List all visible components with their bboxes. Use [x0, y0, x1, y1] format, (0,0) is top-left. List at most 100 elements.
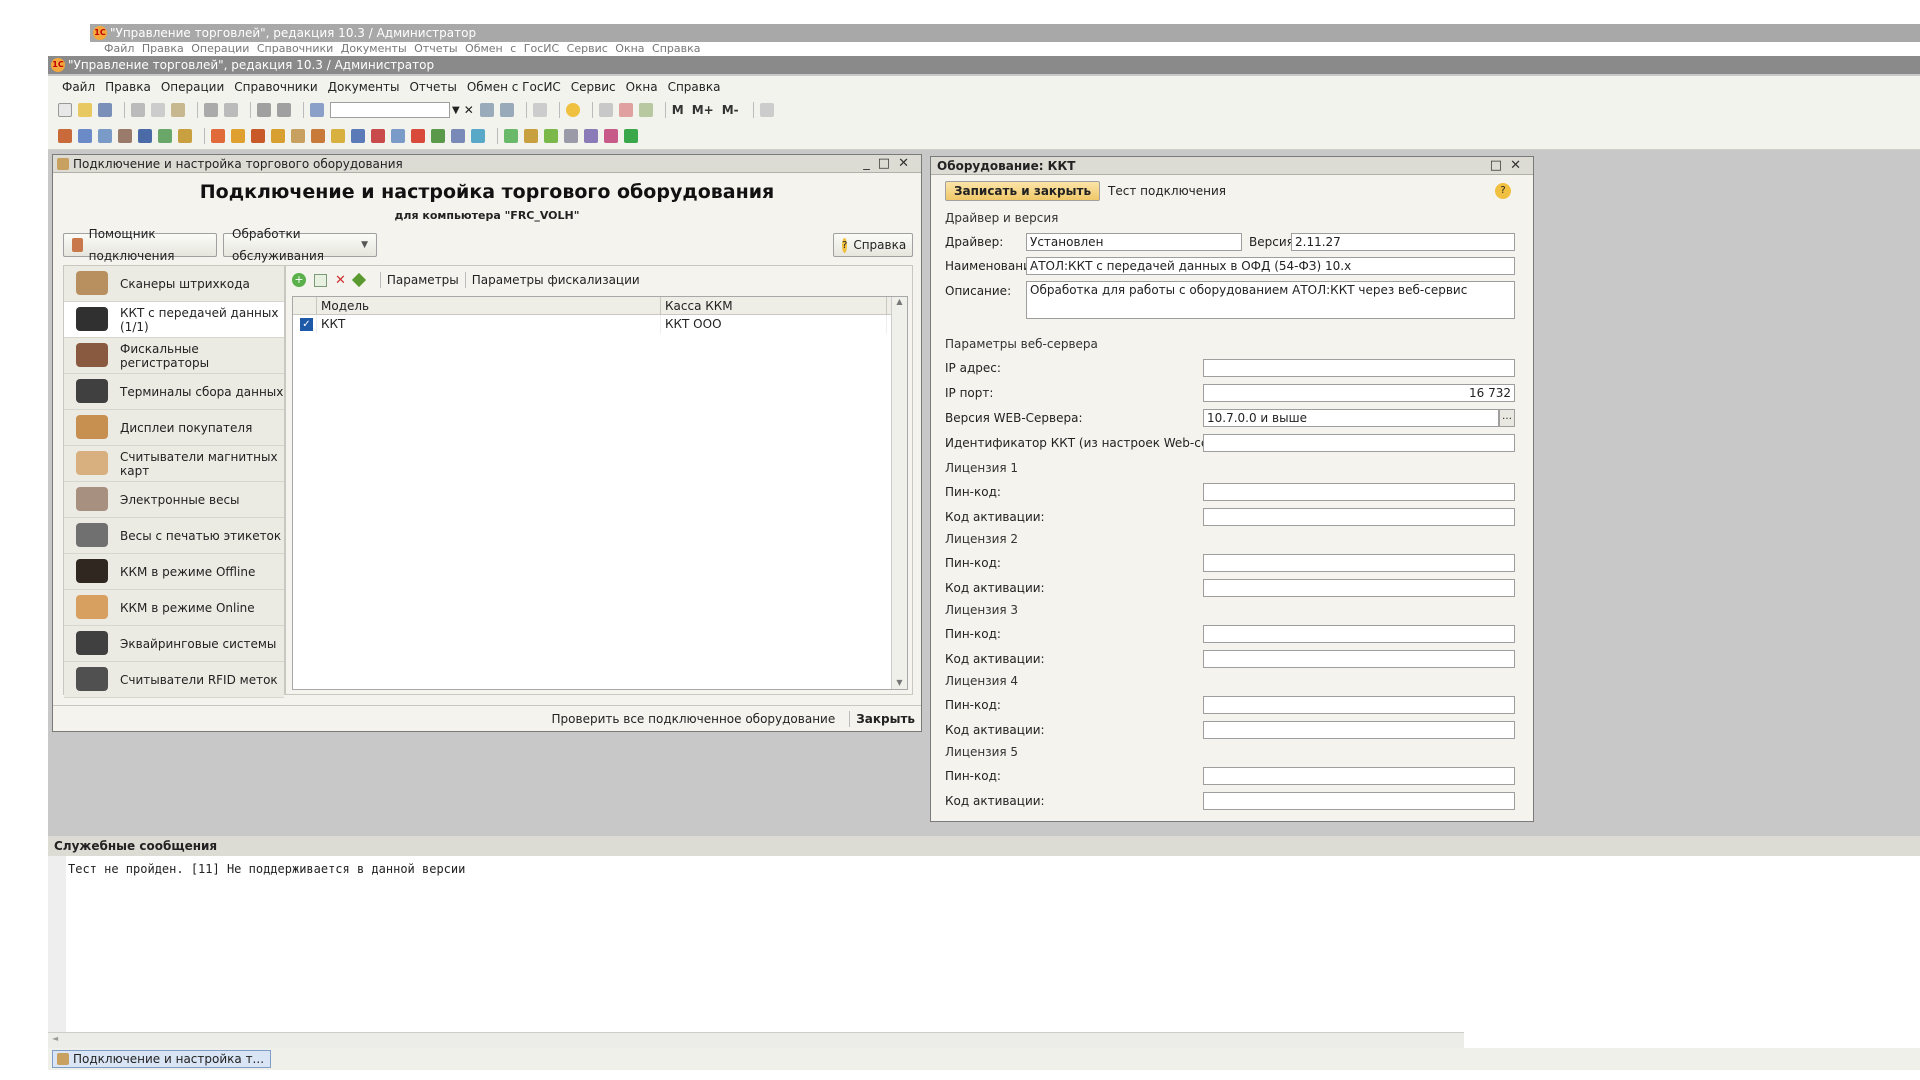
fiscal-parameters-button[interactable]: Параметры фискализации	[472, 273, 640, 287]
scroll-left-icon[interactable]: ◄	[52, 1034, 58, 1043]
document-toolbar-icon[interactable]	[311, 128, 325, 143]
document-toolbar-icon[interactable]	[504, 128, 518, 143]
close-icon[interactable]: ✕	[1510, 158, 1529, 173]
preview-icon[interactable]	[224, 103, 238, 117]
category-item[interactable]: Электронные весы	[64, 482, 284, 518]
document-toolbar-icon[interactable]	[158, 128, 172, 143]
add-icon[interactable]: +	[292, 273, 306, 287]
pin-field[interactable]	[1203, 767, 1515, 785]
menu-item-2[interactable]: Операции	[161, 80, 224, 94]
copy-icon[interactable]	[151, 103, 165, 117]
category-item[interactable]: Сканеры штрихкода	[64, 266, 284, 302]
pin-field[interactable]	[1203, 554, 1515, 572]
menu-item-3[interactable]: Справочники	[234, 80, 317, 94]
print-icon[interactable]	[204, 103, 218, 117]
menu-item-8[interactable]: Окна	[626, 80, 658, 94]
row-checkbox[interactable]: ✓	[300, 318, 313, 331]
copy-row-icon[interactable]	[314, 273, 327, 287]
activation-code-field[interactable]	[1203, 579, 1515, 597]
document-toolbar-icon[interactable]	[564, 128, 578, 143]
kkt-id-field[interactable]	[1203, 434, 1515, 452]
assistant-button[interactable]: Помощник подключения	[63, 227, 217, 263]
info-icon[interactable]	[565, 103, 580, 117]
memory-minus-button[interactable]: М-	[722, 103, 739, 117]
memory-button[interactable]: М	[672, 103, 684, 117]
category-item[interactable]: Весы с печатью этикеток	[64, 518, 284, 554]
memory-plus-button[interactable]: М+	[692, 103, 714, 117]
calculator-icon[interactable]	[598, 103, 613, 117]
parameters-button[interactable]: Параметры	[387, 273, 459, 287]
category-item[interactable]: Считыватели RFID меток	[64, 662, 284, 698]
maximize-icon[interactable]: □	[1490, 158, 1510, 173]
document-toolbar-icon[interactable]	[391, 128, 405, 143]
category-item[interactable]: ККМ в режиме Offline	[64, 554, 284, 590]
grid-vertical-scrollbar[interactable]: ▲ ▼	[891, 297, 907, 689]
document-toolbar-icon[interactable]	[604, 128, 618, 143]
menu-item-1[interactable]: Правка	[105, 80, 151, 94]
document-toolbar-icon[interactable]	[624, 128, 638, 143]
column-kassa[interactable]: Касса ККМ	[661, 297, 887, 314]
edit-icon[interactable]	[351, 272, 366, 288]
scroll-down-icon[interactable]: ▼	[892, 678, 907, 687]
web-version-select-button[interactable]: …	[1499, 409, 1515, 427]
menu-item-4[interactable]: Документы	[328, 80, 400, 94]
activation-code-field[interactable]	[1203, 650, 1515, 668]
name-field[interactable]: АТОЛ:ККТ с передачей данных в ОФД (54-ФЗ…	[1026, 257, 1515, 275]
redo-icon[interactable]	[277, 103, 291, 117]
document-toolbar-icon[interactable]	[58, 128, 72, 143]
search-clear-icon[interactable]: ✕	[464, 103, 474, 117]
document-toolbar-icon[interactable]	[331, 128, 345, 143]
document-toolbar-icon[interactable]	[451, 128, 465, 143]
calendar-icon[interactable]	[618, 103, 633, 117]
document-toolbar-icon[interactable]	[78, 128, 92, 143]
save-icon[interactable]	[98, 103, 112, 117]
description-field[interactable]: Обработка для работы с оборудованием АТО…	[1026, 281, 1515, 319]
category-item[interactable]: Фискальные регистраторы	[64, 338, 284, 374]
maximize-icon[interactable]: □	[878, 156, 898, 171]
column-model[interactable]: Модель	[317, 297, 661, 314]
open-icon[interactable]	[78, 103, 92, 117]
service-processing-button[interactable]: Обработки обслуживания ▼	[223, 227, 377, 263]
document-toolbar-icon[interactable]	[411, 128, 425, 143]
version-field[interactable]: 2.11.27	[1291, 233, 1515, 251]
document-toolbar-icon[interactable]	[544, 128, 558, 143]
close-icon[interactable]: ✕	[898, 156, 917, 171]
search-input[interactable]	[330, 102, 450, 118]
document-toolbar-icon[interactable]	[291, 128, 305, 143]
pin-field[interactable]	[1203, 483, 1515, 501]
taskbar-item-equipment[interactable]: Подключение и настройка т...	[52, 1050, 272, 1068]
menu-item-6[interactable]: Обмен с ГосИС	[467, 80, 561, 94]
menu-item-0[interactable]: Файл	[62, 80, 95, 94]
find-prev-icon[interactable]	[499, 103, 514, 117]
document-toolbar-icon[interactable]	[98, 128, 112, 143]
new-icon[interactable]	[58, 103, 72, 117]
test-connection-button[interactable]: Тест подключения	[1108, 184, 1226, 198]
document-toolbar-icon[interactable]	[584, 128, 598, 143]
document-toolbar-icon[interactable]	[231, 128, 245, 143]
document-toolbar-icon[interactable]	[371, 128, 385, 143]
category-item[interactable]: Эквайринговые системы	[64, 626, 284, 662]
table-row[interactable]: ✓ ККТ ККТ ООО	[293, 315, 907, 334]
menu-item-5[interactable]: Отчеты	[409, 80, 456, 94]
document-toolbar-icon[interactable]	[471, 128, 485, 143]
paste-icon[interactable]	[171, 103, 185, 117]
menu-item-9[interactable]: Справка	[668, 80, 721, 94]
users-icon[interactable]	[638, 103, 653, 117]
document-toolbar-icon[interactable]	[118, 128, 132, 143]
document-toolbar-icon[interactable]	[138, 128, 152, 143]
help-button[interactable]: ? Справка	[833, 233, 913, 257]
search-dropdown-icon[interactable]: ▼	[452, 105, 460, 116]
document-toolbar-icon[interactable]	[524, 128, 538, 143]
find-next-icon[interactable]	[479, 103, 494, 117]
check-all-button[interactable]: Проверить все подключенное оборудование	[552, 712, 836, 726]
delete-icon[interactable]: ✕	[335, 273, 346, 288]
close-button[interactable]: Закрыть	[856, 712, 915, 726]
activation-code-field[interactable]	[1203, 721, 1515, 739]
search-icon[interactable]	[310, 103, 324, 117]
activation-code-field[interactable]	[1203, 792, 1515, 810]
category-item[interactable]: Считыватели магнитных карт	[64, 446, 284, 482]
activation-code-field[interactable]	[1203, 508, 1515, 526]
category-item[interactable]: Дисплеи покупателя	[64, 410, 284, 446]
document-toolbar-icon[interactable]	[178, 128, 192, 143]
pin-field[interactable]	[1203, 696, 1515, 714]
